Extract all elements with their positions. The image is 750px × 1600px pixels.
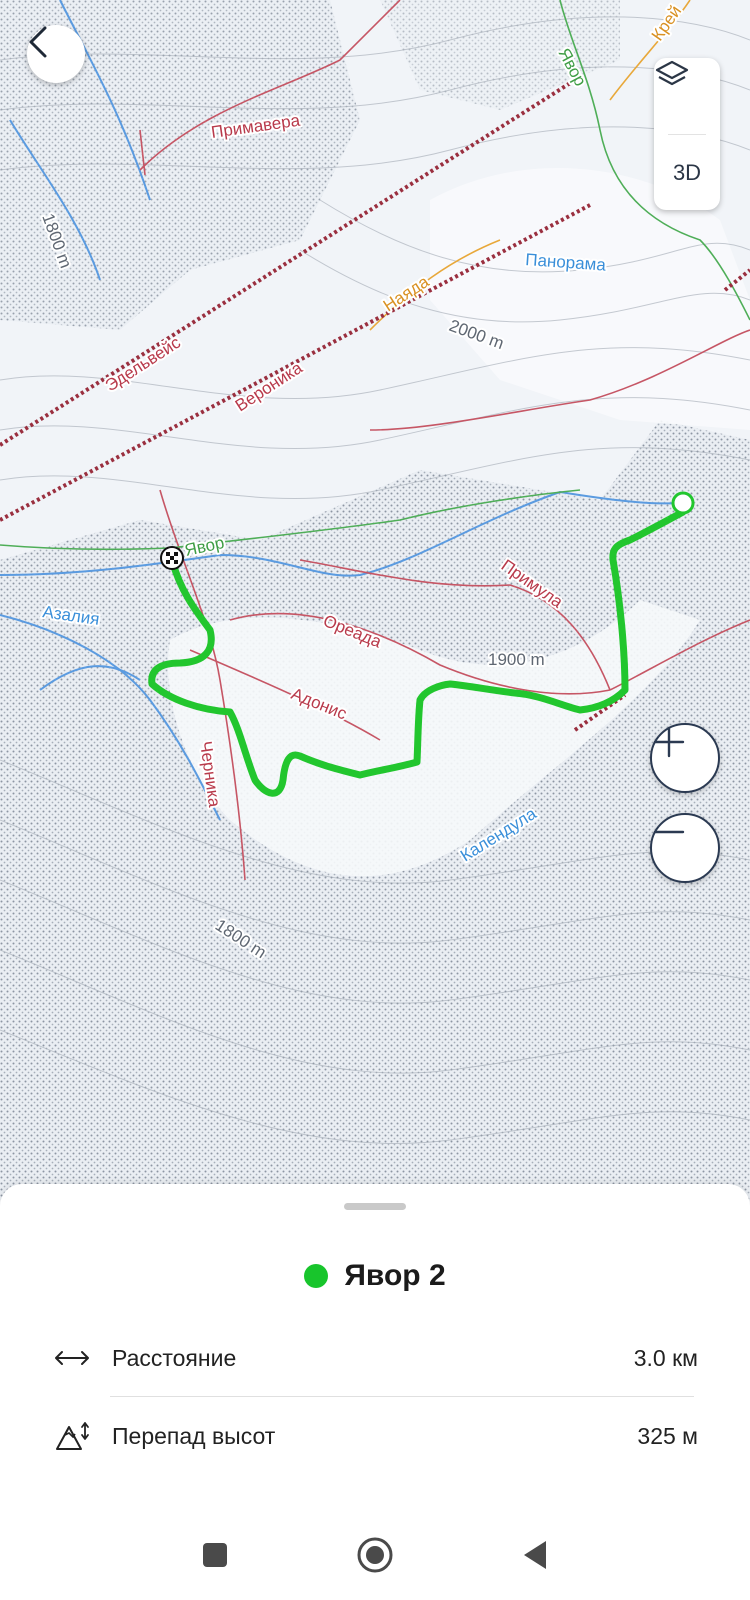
zoom-out-button[interactable] [650,813,720,883]
map-canvas[interactable]: Примавера Эдельвейс Вероника Наяда Панор… [0,0,750,1200]
route-header: Явор 2 [0,1256,750,1296]
map-view[interactable]: Примавера Эдельвейс Вероника Наяда Панор… [0,0,750,1200]
route-name: Явор 2 [344,1259,446,1292]
distance-label: Расстояние [112,1344,237,1371]
route-finish-flag-icon[interactable] [160,546,184,570]
back-triangle-icon [524,1541,546,1569]
route-info-sheet[interactable]: Явор 2 Расстояние 3.0 км Перепад высот 3… [0,1184,750,1510]
divider [110,1396,694,1397]
elevation-icon [52,1416,92,1456]
elevation-value: 325 м [637,1422,698,1449]
plus-icon [653,726,685,758]
layers-icon [655,60,689,86]
system-navigation-bar [0,1510,750,1600]
sheet-drag-handle[interactable] [344,1203,406,1210]
route-start-marker[interactable] [671,491,695,515]
distance-row: Расстояние 3.0 км [52,1328,698,1388]
distance-arrows-icon [52,1338,92,1378]
route-color-dot [304,1264,329,1288]
3d-button[interactable]: 3D [654,135,720,210]
minus-icon [653,830,685,834]
map-controls-panel: 3D [654,58,720,210]
zoom-in-button[interactable] [650,723,720,793]
elevation-row: Перепад высот 325 м [52,1406,698,1466]
chevron-left-icon [29,26,47,58]
home-button[interactable] [295,1510,455,1600]
recent-apps-button[interactable] [135,1510,295,1600]
home-icon [357,1537,393,1573]
contour-label: 1900 m [488,650,545,669]
layers-button[interactable] [654,58,720,134]
system-back-button[interactable] [455,1510,615,1600]
back-button[interactable] [27,25,85,83]
distance-value: 3.0 км [633,1344,698,1371]
elevation-label: Перепад высот [112,1422,276,1449]
recent-apps-icon [203,1543,227,1567]
